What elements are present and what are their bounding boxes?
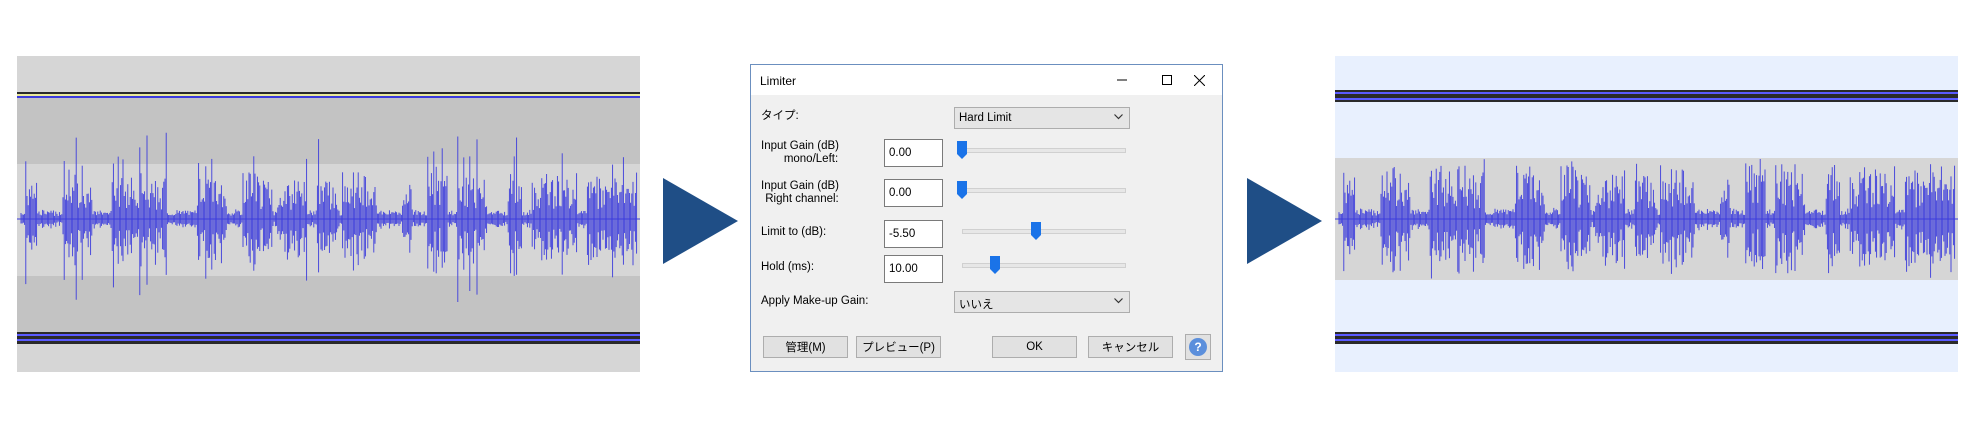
dialog-titlebar: Limiter <box>751 65 1222 95</box>
help-button[interactable]: ? <box>1185 334 1211 360</box>
minimize-button[interactable] <box>1099 65 1144 95</box>
preview-button[interactable]: プレビュー(P) <box>856 336 941 358</box>
hold-slider[interactable] <box>962 256 1126 274</box>
ok-button[interactable]: OK <box>992 336 1077 358</box>
minimize-icon <box>1116 79 1127 81</box>
input-gain-left-field[interactable] <box>884 139 943 167</box>
dialog-title: Limiter <box>760 74 797 88</box>
input-gain-right-field[interactable] <box>884 179 943 207</box>
close-button[interactable] <box>1177 65 1222 95</box>
input-gain-right-label-line2: Right channel: <box>765 193 839 205</box>
slider-track <box>962 229 1126 234</box>
slider-thumb[interactable] <box>957 181 967 199</box>
limited-waveform-track <box>1335 56 1958 372</box>
input-gain-right-slider[interactable] <box>957 181 1126 199</box>
slider-track <box>962 188 1126 193</box>
slider-track <box>962 148 1126 153</box>
input-gain-right-label-line1: Input Gain (dB) <box>761 180 839 192</box>
input-gain-left-label-line2: mono/Left: <box>783 153 839 165</box>
manage-button[interactable]: 管理(M) <box>763 336 848 358</box>
limit-label: Limit to (dB): <box>761 226 827 238</box>
slider-thumb[interactable] <box>1030 222 1041 240</box>
slider-track <box>962 263 1126 268</box>
original-waveform-track <box>17 56 640 372</box>
hold-field[interactable] <box>884 255 943 283</box>
arrow-right-icon <box>663 178 738 264</box>
help-icon: ? <box>1189 338 1207 356</box>
makeup-gain-select-value: いいえ <box>959 299 994 311</box>
limiter-dialog: Limiter タイプ: Hard Limit Input Gain (dB) … <box>750 64 1223 372</box>
chevron-down-icon <box>1114 114 1123 120</box>
limit-field[interactable] <box>884 220 943 248</box>
input-gain-right-label: Input Gain (dB) Right channel: <box>761 180 839 206</box>
limit-slider[interactable] <box>962 222 1126 240</box>
hold-label: Hold (ms): <box>761 261 815 273</box>
slider-thumb[interactable] <box>957 141 967 159</box>
chevron-down-icon <box>1114 298 1123 304</box>
makeup-gain-select[interactable]: いいえ <box>954 291 1130 313</box>
input-gain-left-label: Input Gain (dB) mono/Left: <box>761 140 839 166</box>
input-gain-left-slider[interactable] <box>957 141 1126 159</box>
input-gain-left-label-line1: Input Gain (dB) <box>761 140 839 152</box>
arrow-right-icon <box>1247 178 1322 264</box>
type-select[interactable]: Hard Limit <box>954 107 1130 129</box>
slider-thumb[interactable] <box>989 256 1000 274</box>
close-icon <box>1194 74 1205 86</box>
type-label: タイプ: <box>761 110 799 122</box>
maximize-icon <box>1161 75 1172 85</box>
cancel-button[interactable]: キャンセル <box>1088 336 1173 358</box>
type-select-value: Hard Limit <box>959 112 1012 124</box>
makeup-gain-label: Apply Make-up Gain: <box>761 295 869 307</box>
